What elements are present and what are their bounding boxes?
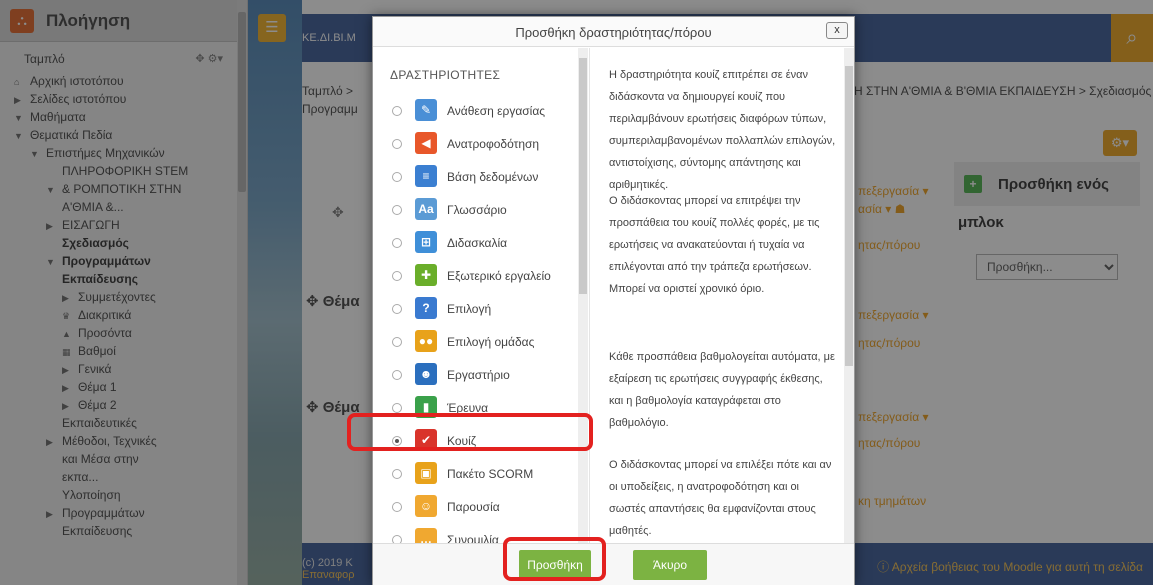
activity-radio[interactable] <box>392 469 402 479</box>
group-choice-icon: ●● <box>415 330 437 352</box>
dialog-footer: Προσθήκη Άκυρο <box>373 543 854 585</box>
activity-option-label: Βάση δεδομένων <box>447 170 539 184</box>
activity-option[interactable]: ✎ Ανάθεση εργασίας <box>373 94 578 126</box>
survey-icon: ▮ <box>415 396 437 418</box>
feedback-icon: ◀ <box>415 132 437 154</box>
workshop-icon: ☻ <box>415 363 437 385</box>
activity-radio[interactable] <box>392 535 402 543</box>
activity-radio[interactable] <box>392 403 402 413</box>
description-paragraph: Ο διδάσκοντας μπορεί να επιτρέψει την πρ… <box>609 195 820 295</box>
scorm-icon: ▣ <box>415 462 437 484</box>
activity-option-label: Γλωσσάριο <box>447 203 507 217</box>
dialog-header: Προσθήκη δραστηριότητας/πόρου x <box>373 17 854 47</box>
activity-option-label: Πακέτο SCORM <box>447 467 534 481</box>
activity-option[interactable]: ●● Επιλογή ομάδας <box>373 325 578 357</box>
description-scrollbar[interactable] <box>844 48 854 543</box>
external-tool-icon: ✚ <box>415 264 437 286</box>
activity-option[interactable]: ▣ Πακέτο SCORM <box>373 457 578 489</box>
activity-description: Η δραστηριότητα κουίζ επιτρέπει σε έναν … <box>589 48 854 543</box>
activity-option[interactable]: ▮ Έρευνα <box>373 391 578 423</box>
activity-list-scrollbar[interactable] <box>578 48 588 543</box>
activity-option-label: Ανάθεση εργασίας <box>447 104 546 118</box>
lesson-icon: ⊞ <box>415 231 437 253</box>
activity-option[interactable]: ◀ Ανατροφοδότηση <box>373 127 578 159</box>
activity-radio[interactable] <box>392 205 402 215</box>
activity-radio[interactable] <box>392 238 402 248</box>
activity-option[interactable]: ☺ Παρουσία <box>373 490 578 522</box>
description-paragraph: Ο διδάσκοντας μπορεί να επιλέξει πότε κα… <box>609 459 832 537</box>
activity-option[interactable]: ⊞ Διδασκαλία <box>373 226 578 258</box>
activity-option[interactable]: ? Επιλογή <box>373 292 578 324</box>
activity-option-label: Ανατροφοδότηση <box>447 137 540 151</box>
activity-option-label: Εργαστήριο <box>447 368 510 382</box>
activity-option-label: Παρουσία <box>447 500 500 514</box>
assignment-icon: ✎ <box>415 99 437 121</box>
chat-icon: … <box>415 528 437 543</box>
close-button[interactable]: x <box>826 22 848 39</box>
description-scrollbar-thumb[interactable] <box>845 66 853 366</box>
activity-option-label: Συνομιλία <box>447 533 499 543</box>
activity-list: ΔΡΑΣΤΗΡΙΟΤΗΤΕΣ ✎ Ανάθεση εργασίας ◀ Ανατροφ… <box>373 48 588 543</box>
activity-radio[interactable] <box>392 436 402 446</box>
activity-option-label: Επιλογή <box>447 302 492 316</box>
activity-option[interactable]: ✔ Κουίζ <box>373 424 578 456</box>
quiz-icon: ✔ <box>415 429 437 451</box>
activity-radio[interactable] <box>392 337 402 347</box>
activity-option[interactable]: ✚ Εξωτερικό εργαλείο <box>373 259 578 291</box>
choice-icon: ? <box>415 297 437 319</box>
activity-option[interactable]: ☻ Εργαστήριο <box>373 358 578 390</box>
attendance-icon: ☺ <box>415 495 437 517</box>
activity-radio[interactable] <box>392 139 402 149</box>
activity-radio[interactable] <box>392 271 402 281</box>
activity-option-label: Εξωτερικό εργαλείο <box>447 269 551 283</box>
database-icon: ≡ <box>415 165 437 187</box>
activity-radio[interactable] <box>392 502 402 512</box>
activities-heading: ΔΡΑΣΤΗΡΙΟΤΗΤΕΣ <box>390 68 501 82</box>
activity-option[interactable]: ≡ Βάση δεδομένων <box>373 160 578 192</box>
description-paragraph: Κάθε προσπάθεια βαθμολογείται αυτόματα, … <box>609 351 835 429</box>
activity-radio[interactable] <box>392 304 402 314</box>
activity-list-scrollbar-thumb[interactable] <box>579 58 587 294</box>
activity-option[interactable]: … Συνομιλία <box>373 523 578 543</box>
activity-option-label: Επιλογή ομάδας <box>447 335 535 349</box>
glossary-icon: Aa <box>415 198 437 220</box>
add-button[interactable]: Προσθήκη <box>519 550 591 580</box>
activity-option-label: Έρευνα <box>447 401 489 415</box>
activity-radio[interactable] <box>392 172 402 182</box>
activity-option[interactable]: Aa Γλωσσάριο <box>373 193 578 225</box>
dialog-title: Προσθήκη δραστηριότητας/πόρου <box>515 25 712 40</box>
activity-radio[interactable] <box>392 106 402 116</box>
cancel-button[interactable]: Άκυρο <box>633 550 707 580</box>
activity-option-label: Διδασκαλία <box>447 236 508 250</box>
activity-radio[interactable] <box>392 370 402 380</box>
description-paragraph: Η δραστηριότητα κουίζ επιτρέπει σε έναν … <box>609 69 836 191</box>
activity-option-label: Κουίζ <box>447 434 477 448</box>
add-activity-dialog: Προσθήκη δραστηριότητας/πόρου x ΔΡΑΣΤΗΡΙ… <box>372 16 855 585</box>
